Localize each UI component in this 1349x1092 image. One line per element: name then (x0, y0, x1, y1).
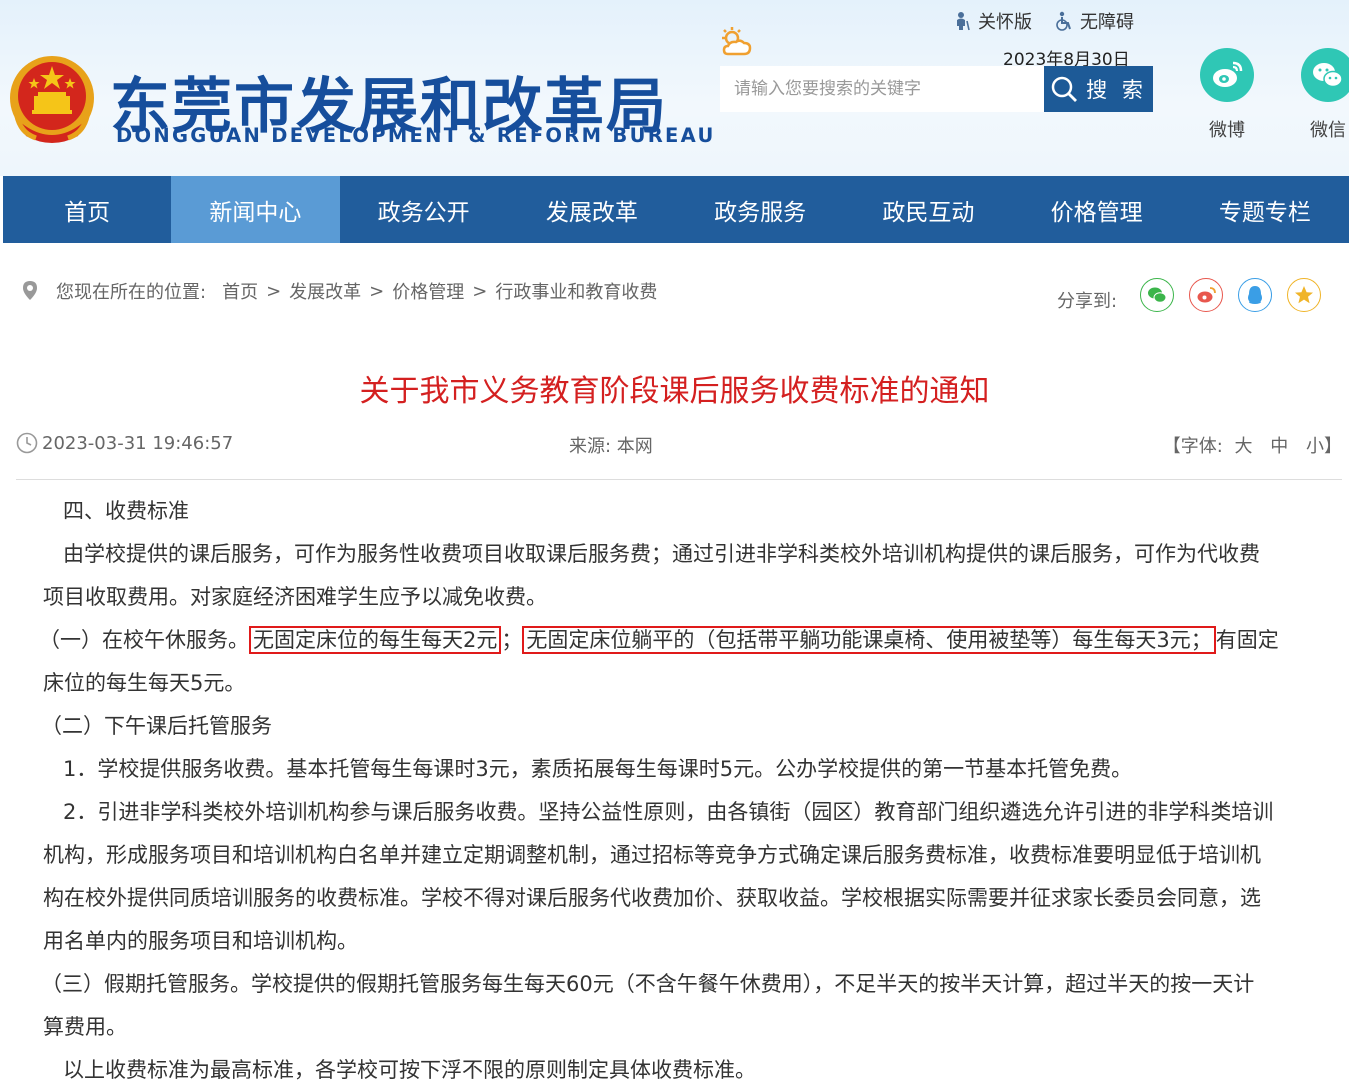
publish-time: 2023-03-31 19:46:57 (16, 432, 233, 454)
publish-time-text: 2023-03-31 19:46:57 (42, 432, 234, 454)
care-mode-link[interactable]: 关怀版 (952, 8, 1032, 34)
wechat-circle (1301, 48, 1349, 102)
paragraph: 床位的每生每天5元。 (43, 671, 246, 695)
nav-item-government-affairs[interactable]: 政务公开 (340, 176, 508, 243)
wechat-link[interactable]: 微信 (1300, 48, 1349, 142)
weibo-label: 微博 (1209, 120, 1245, 141)
paragraph: 用名单内的服务项目和培训机构。 (43, 929, 358, 953)
breadcrumb: 您现在所在的位置: 首页 > 发展改革 > 价格管理 > 行政事业和教育收费 (20, 278, 657, 304)
share-qq-button[interactable] (1238, 278, 1272, 312)
breadcrumb-separator: > (369, 280, 385, 302)
qq-penguin-icon (1248, 286, 1262, 304)
search-icon (1051, 76, 1078, 102)
wechat-label: 微信 (1310, 120, 1346, 141)
breadcrumb-separator: > (472, 280, 488, 302)
nav-item-home[interactable]: 首页 (3, 176, 171, 243)
site-title-english: DONGGUAN DEVELOPMENT & REFORM BUREAU (116, 124, 716, 147)
nav-item-interaction[interactable]: 政民互动 (844, 176, 1012, 243)
paragraph: 算费用。 (43, 1015, 127, 1039)
paragraph: 由学校提供的课后服务，可作为服务性收费项目收取课后服务费；通过引进非学科类校外培… (63, 542, 1260, 566)
breadcrumb-separator: > (266, 280, 282, 302)
wechat-icon (1148, 287, 1167, 303)
nav-item-price-management[interactable]: 价格管理 (1013, 176, 1181, 243)
article-body: 四、收费标准 由学校提供的课后服务，可作为服务性收费项目收取课后服务费；通过引进… (39, 490, 1313, 1092)
search-input[interactable] (720, 66, 1044, 112)
weibo-circle (1200, 48, 1254, 102)
font-size-small[interactable]: 小】 (1306, 436, 1342, 457)
share-label: 分享到: (1057, 291, 1118, 312)
highlight-box: 无固定床位的每生每天2元 (249, 626, 502, 654)
nav-item-government-services[interactable]: 政务服务 (676, 176, 844, 243)
elderly-person-icon (957, 12, 970, 31)
paragraph: （三）假期托管服务。学校提供的假期托管服务每生每天60元（不含午餐午休费用），不… (41, 972, 1255, 996)
paragraph-text: （一）在校午休服务。 (39, 628, 249, 652)
wechat-icon (1313, 63, 1343, 88)
breadcrumb-development-reform[interactable]: 发展改革 (289, 278, 361, 304)
font-size-large[interactable]: 大 (1235, 436, 1253, 457)
weibo-link[interactable]: 微博 (1199, 48, 1255, 142)
nav-item-development-reform[interactable]: 发展改革 (508, 176, 676, 243)
paragraph: 1．学校提供服务收费。基本托管每生每课时3元，素质拓展每生每课时5元。公办学校提… (63, 757, 1133, 781)
share-wechat-button[interactable] (1140, 278, 1174, 312)
paragraph-text: ； (501, 628, 523, 652)
main-nav: 首页 新闻中心 政务公开 发展改革 政务服务 政民互动 价格管理 专题专栏 (3, 176, 1349, 243)
national-emblem-icon (10, 56, 94, 143)
care-mode-label: 关怀版 (978, 12, 1032, 33)
breadcrumb-price-management[interactable]: 价格管理 (392, 278, 464, 304)
search-button[interactable]: 搜 索 (1044, 66, 1153, 112)
paragraph: （二）下午课后托管服务 (41, 714, 272, 738)
paragraph: 构在校外提供同质培训服务的收费标准。学校不得对课后服务代收费加价、获取收益。学校… (43, 886, 1261, 910)
paragraph-text: 有固定 (1215, 628, 1279, 652)
wheelchair-icon (1056, 11, 1071, 31)
search-button-label: 搜 索 (1086, 78, 1147, 102)
accessibility-link[interactable]: 无障碍 (1054, 8, 1134, 34)
share-favorite-button[interactable] (1287, 278, 1321, 312)
article-source: 来源: 本网 (569, 436, 653, 457)
font-size-medium[interactable]: 中 (1270, 436, 1288, 457)
share-weibo-button[interactable] (1189, 278, 1223, 312)
paragraph: 以上收费标准为最高标准，各学校可按下浮不限的原则制定具体收费标准。 (63, 1058, 756, 1082)
article-title: 关于我市义务教育阶段课后服务收费标准的通知 (359, 374, 990, 409)
weibo-icon (1197, 287, 1216, 303)
weather-icon (722, 27, 752, 56)
breadcrumb-admin-education-fees[interactable]: 行政事业和教育收费 (495, 278, 657, 304)
paragraph: 四、收费标准 (63, 499, 189, 523)
paragraph: 机构，形成服务项目和培训机构白名单并建立定期调整机制，通过招标等竞争方式确定课后… (43, 843, 1261, 867)
nav-item-news[interactable]: 新闻中心 (171, 176, 340, 243)
top-links: 关怀版 无障碍 (952, 8, 1134, 34)
star-icon (1295, 286, 1313, 304)
accessibility-label: 无障碍 (1080, 12, 1134, 33)
clock-icon (16, 432, 38, 454)
site-header: 东莞市发展和改革局 DONGGUAN DEVELOPMENT & REFORM … (0, 0, 1349, 176)
font-size-label: 【字体: (1162, 436, 1223, 457)
breadcrumb-prefix: 您现在所在的位置: (56, 282, 207, 303)
breadcrumb-home[interactable]: 首页 (222, 278, 258, 304)
highlight-box: 无固定床位躺平的（包括带平躺功能课桌椅、使用被垫等）每生每天3元； (522, 626, 1216, 654)
paragraph-highlighted: （一）在校午休服务。 无固定床位的每生每天2元；无固定床位躺平的（包括带平躺功能课… (39, 619, 1313, 662)
font-size-control: 【字体: 大 中 小】 (1163, 432, 1342, 458)
paragraph: 项目收取费用。对家庭经济困难学生应予以减免收费。 (43, 585, 547, 609)
article-meta: 2023-03-31 19:46:57 来源: 本网 【字体: 大 中 小】 (16, 432, 1342, 458)
paragraph: 2．引进非学科类校外培训机构参与课后服务收费。坚持公益性原则，由各镇街（园区）教… (63, 800, 1274, 824)
nav-item-special-topics[interactable]: 专题专栏 (1181, 176, 1349, 243)
weibo-icon (1213, 61, 1243, 87)
location-pin-icon (23, 281, 37, 300)
divider (16, 479, 1342, 480)
